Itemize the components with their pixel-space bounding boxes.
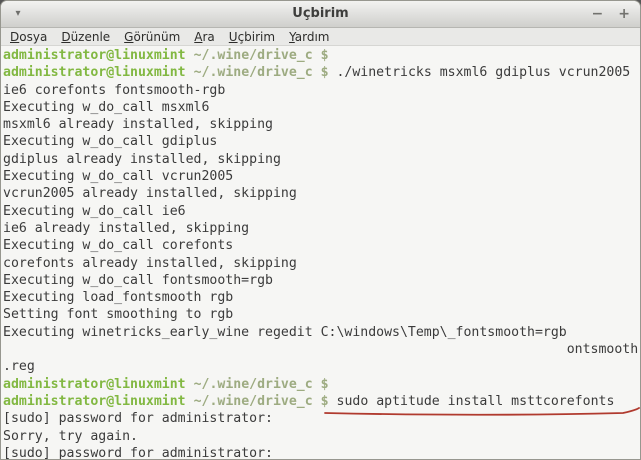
terminal-text: vcrun2005 already installed, skipping [3, 186, 297, 201]
prompt-user-host: administrator@linuxmint [3, 377, 186, 392]
terminal-line: Sorry, try again. [3, 428, 640, 445]
terminal-line: Executing w_do_call gdiplus [3, 133, 640, 150]
terminal-text: Executing load_fontsmooth rgb [3, 290, 233, 305]
terminal-text [329, 394, 337, 409]
terminal-text: Executing w_do_call msxml6 [3, 100, 209, 115]
menu-item-uçbirim[interactable]: Uçbirim [222, 30, 282, 44]
titlebar: ▾ Uçbirim − + [1, 1, 640, 28]
terminal-text: Executing winetricks_early_wine regedit … [3, 325, 567, 340]
terminal-line: gdiplus already installed, skipping [3, 151, 640, 168]
terminal-line: msxml6 already installed, skipping [3, 116, 640, 133]
terminal-line: ie6 corefonts fontsmooth-rgb [3, 82, 640, 99]
terminal-text: ie6 already installed, skipping [3, 221, 249, 236]
prompt-path: ~/.wine/drive_c $ [186, 394, 329, 409]
terminal-text: Executing w_do_call vcrun2005 [3, 169, 233, 184]
terminal-line: ontsmooth [3, 341, 640, 358]
terminal-text: ./winetricks msxml6 gdiplus vcrun2005 [329, 65, 631, 80]
terminal-line: [sudo] password for administrator: [3, 445, 640, 460]
terminal-line: Executing winetricks_early_wine regedit … [3, 324, 640, 341]
terminal-line: Executing w_do_call vcrun2005 [3, 168, 640, 185]
prompt-path: ~/.wine/drive_c $ [186, 65, 329, 80]
terminal-output[interactable]: administrator@linuxmint ~/.wine/drive_c … [1, 46, 640, 460]
terminal-text: Executing w_do_call gdiplus [3, 134, 217, 149]
terminal-line: Executing w_do_call msxml6 [3, 99, 640, 116]
terminal-text: Executing w_do_call corefonts [3, 238, 233, 253]
prompt-path: ~/.wine/drive_c $ [186, 48, 329, 63]
window-controls: − + [592, 1, 630, 27]
window-menu-button[interactable]: ▾ [9, 5, 27, 23]
terminal-line: administrator@linuxmint ~/.wine/drive_c … [3, 393, 640, 410]
terminal-text: ie6 corefonts fontsmooth-rgb [3, 83, 225, 98]
terminal-text: Executing w_do_call fontsmooth=rgb [3, 273, 273, 288]
prompt-user-host: administrator@linuxmint [3, 394, 186, 409]
terminal-text: ontsmooth [3, 342, 638, 357]
terminal-line: administrator@linuxmint ~/.wine/drive_c … [3, 64, 640, 81]
terminal-text: msxml6 already installed, skipping [3, 117, 273, 132]
terminal-text: corefonts already installed, skipping [3, 256, 297, 271]
terminal-line: administrator@linuxmint ~/.wine/drive_c … [3, 376, 640, 393]
terminal-text: .reg [3, 359, 35, 374]
menu-item-düzenle[interactable]: Düzenle [54, 30, 117, 44]
terminal-text: gdiplus already installed, skipping [3, 152, 281, 167]
window-title: Uçbirim [1, 6, 640, 21]
menubar: DosyaDüzenleGörünümAraUçbirimYardım [1, 28, 640, 46]
terminal-line: Setting font smoothing to rgb [3, 306, 640, 323]
terminal-text: Executing w_do_call ie6 [3, 204, 186, 219]
menu-item-dosya[interactable]: Dosya [3, 30, 54, 44]
terminal-line: Executing load_fontsmooth rgb [3, 289, 640, 306]
red-underline-annotation [323, 408, 641, 418]
terminal-text: [sudo] password for administrator: [3, 446, 273, 460]
terminal-text: sudo aptitude install msttcorefonts [337, 394, 615, 409]
terminal-line: corefonts already installed, skipping [3, 255, 640, 272]
terminal-text: [sudo] password for administrator: [3, 411, 273, 426]
prompt-user-host: administrator@linuxmint [3, 48, 186, 63]
terminal-line: vcrun2005 already installed, skipping [3, 185, 640, 202]
terminal-window: ▾ Uçbirim − + DosyaDüzenleGörünümAraUçbi… [0, 0, 641, 460]
menu-item-yardım[interactable]: Yardım [282, 30, 336, 44]
terminal-line: .reg [3, 358, 640, 375]
terminal-text: Sorry, try again. [3, 429, 138, 444]
terminal-line: administrator@linuxmint ~/.wine/drive_c … [3, 47, 640, 64]
terminal-text: Setting font smoothing to rgb [3, 307, 233, 322]
menu-item-görünüm[interactable]: Görünüm [117, 30, 187, 44]
minimize-button[interactable]: − [592, 7, 604, 21]
prompt-user-host: administrator@linuxmint [3, 65, 186, 80]
chevron-down-icon: ▾ [15, 9, 20, 19]
menu-item-ara[interactable]: Ara [187, 30, 222, 44]
terminal-line: Executing w_do_call ie6 [3, 203, 640, 220]
terminal-line: Executing w_do_call fontsmooth=rgb [3, 272, 640, 289]
prompt-path: ~/.wine/drive_c $ [186, 377, 329, 392]
terminal-line: ie6 already installed, skipping [3, 220, 640, 237]
maximize-button[interactable]: + [618, 7, 630, 21]
terminal-line: Executing w_do_call corefonts [3, 237, 640, 254]
